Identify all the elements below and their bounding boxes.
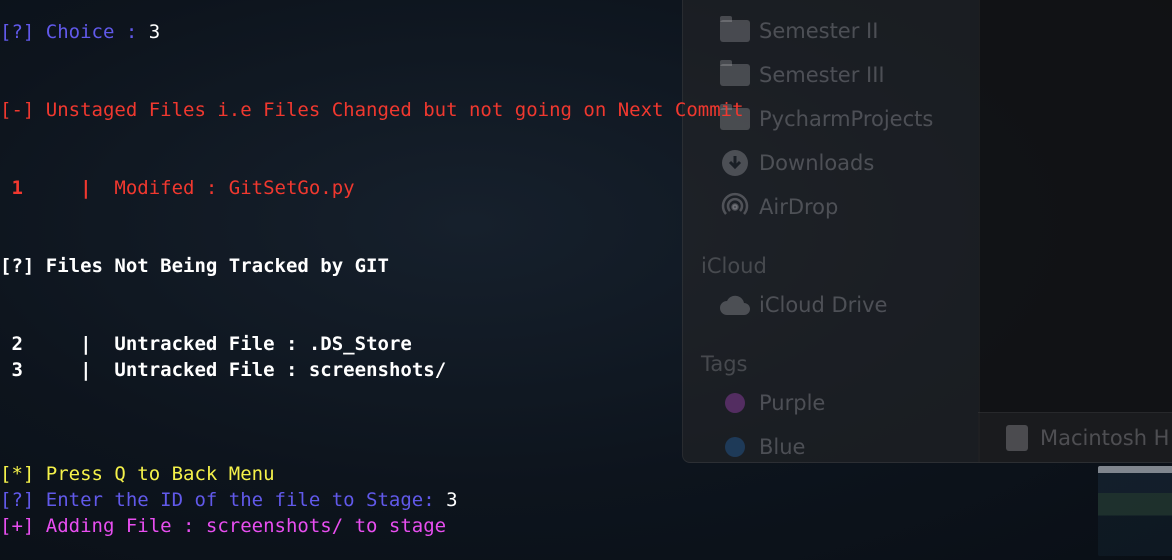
macintosh-hd-bar[interactable]: Macintosh H (978, 412, 1172, 462)
file-separator: | (22, 177, 115, 199)
blue-tag-dot-icon (719, 434, 751, 460)
sidebar-item-label: iCloud Drive (759, 293, 888, 317)
file-id: 1 (0, 177, 23, 199)
screenshot-thumbnail[interactable] (1098, 466, 1172, 556)
stage-prompt: [?] Enter the ID of the file to Stage: (0, 489, 447, 511)
sidebar-item-label: Blue (759, 435, 806, 459)
choice-value: 3 (148, 21, 161, 43)
file-id: 2 (0, 333, 23, 355)
choice-prompt: [?] Choice : (0, 21, 149, 43)
sidebar-item-label: Semester II (759, 19, 879, 43)
unstaged-header: [-] Unstaged Files i.e Files Changed but… (0, 99, 744, 121)
sidebar-item-downloads[interactable]: Downloads (719, 148, 874, 178)
untracked-file-row: 2 | Untracked File : .DS_Store (0, 332, 412, 356)
sidebar-item-semester-iii[interactable]: Semester III (719, 60, 885, 90)
sidebar-item-label: AirDrop (759, 195, 839, 219)
sidebar-item-semester-ii[interactable]: Semester II (719, 16, 878, 46)
sidebar-item-label: Purple (759, 391, 826, 415)
icloud-section-header: iCloud (701, 254, 767, 278)
purple-tag-dot-icon (719, 390, 751, 416)
hard-drive-icon (1006, 424, 1028, 451)
adding-file-message: [+] Adding File : screenshots/ to stage (0, 515, 447, 537)
sidebar-tag-purple[interactable]: Purple (719, 388, 825, 418)
back-menu-hint: [*] Press Q to Back Menu (0, 463, 275, 485)
folder-icon (719, 60, 751, 88)
file-description: Untracked File : screenshots/ (114, 359, 447, 381)
stage-prompt-line[interactable]: [?] Enter the ID of the file to Stage: 3 (0, 488, 458, 512)
sidebar-item-label: PycharmProjects (759, 107, 934, 131)
sidebar-item-label: Semester III (759, 63, 885, 87)
tags-section-header: Tags (701, 352, 748, 376)
sidebar-item-airdrop[interactable]: AirDrop (719, 192, 838, 222)
finder-sidebar: Semester II Semester III PycharmProjects… (683, 0, 979, 462)
untracked-file-row: 3 | Untracked File : screenshots/ (0, 358, 446, 382)
cloud-icon (719, 292, 751, 318)
disk-label: Macintosh H (1040, 425, 1170, 450)
folder-icon (719, 16, 751, 44)
file-description: Modifed : GitSetGo.py (114, 177, 355, 199)
sidebar-item-icloud-drive[interactable]: iCloud Drive (719, 290, 887, 320)
unstaged-file-row: 1 | Modifed : GitSetGo.py (0, 176, 355, 200)
finder-content-pane (979, 0, 1172, 462)
sidebar-item-label: Downloads (759, 151, 875, 175)
finder-window-background: Semester II Semester III PycharmProjects… (682, 0, 1172, 463)
stage-input-value[interactable]: 3 (446, 489, 457, 511)
sidebar-tag-blue[interactable]: Blue (719, 432, 805, 462)
file-description: Untracked File : .DS_Store (114, 333, 412, 355)
download-circle-icon (719, 150, 751, 176)
sidebar-item-pycharmprojects[interactable]: PycharmProjects (719, 104, 933, 134)
choice-line: [?] Choice : 3 (0, 20, 160, 44)
file-separator: | (22, 333, 115, 355)
file-id: 3 (0, 359, 23, 381)
untracked-header: [?] Files Not Being Tracked by GIT (0, 255, 389, 277)
file-separator: | (22, 359, 115, 381)
airdrop-icon (719, 192, 751, 220)
